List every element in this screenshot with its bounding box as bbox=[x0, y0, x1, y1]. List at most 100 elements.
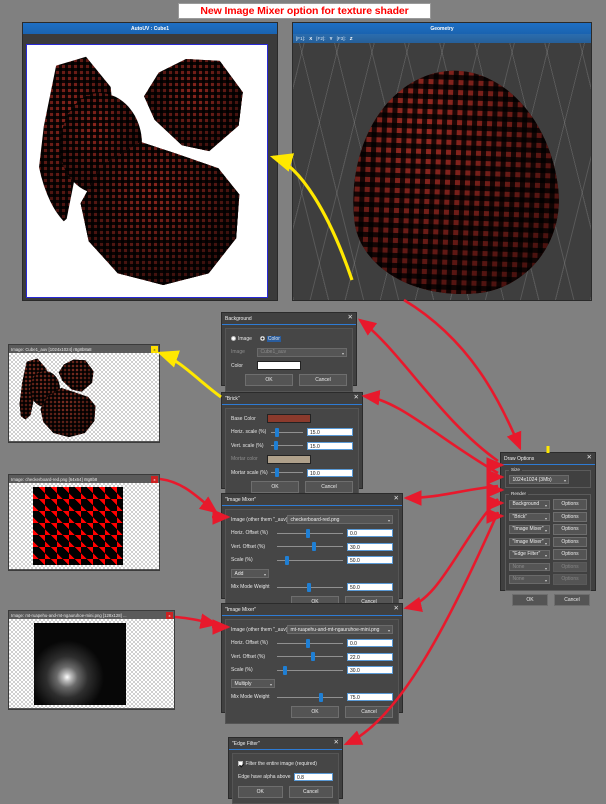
textured-mesh-object[interactable] bbox=[339, 60, 569, 300]
background-image-select[interactable]: Cube1_auv ▾ bbox=[257, 347, 347, 357]
checkbox-filter-entire-image[interactable] bbox=[238, 761, 243, 766]
mixer1-horiz-offset-slider[interactable] bbox=[277, 528, 343, 538]
slider-knob[interactable] bbox=[306, 638, 311, 648]
autouv-uv-canvas[interactable] bbox=[26, 44, 268, 298]
layer-4-options-button[interactable]: Options bbox=[553, 549, 587, 560]
background-color-swatch[interactable] bbox=[257, 361, 301, 370]
slider-knob[interactable] bbox=[318, 692, 323, 702]
layer-3-select[interactable]: "Image Mixer" ▾ bbox=[509, 537, 550, 546]
mixer1-weight-slider[interactable] bbox=[277, 582, 343, 592]
vert-scale-value[interactable]: 15.0 bbox=[307, 441, 353, 450]
mixer1-image-select[interactable]: checkerboard-red.png ▾ bbox=[287, 515, 393, 524]
size-caption: Size bbox=[509, 467, 522, 472]
close-icon[interactable]: ✕ bbox=[394, 496, 399, 503]
dialog-title: "Image Mixer" bbox=[225, 496, 257, 503]
mixer1-weight-value[interactable]: 50.0 bbox=[347, 583, 393, 591]
geometry-viewport[interactable] bbox=[293, 43, 591, 300]
slider-knob[interactable] bbox=[310, 652, 315, 661]
cancel-button[interactable]: Cancel bbox=[554, 593, 590, 606]
image-preview-area[interactable] bbox=[9, 619, 174, 708]
cancel-button[interactable]: Cancel bbox=[345, 705, 393, 718]
mixer2-scale-value[interactable]: 30.0 bbox=[347, 666, 393, 674]
slider-knob[interactable] bbox=[311, 542, 316, 551]
geometry-title-text: Geometry bbox=[430, 25, 454, 32]
close-icon[interactable]: ✕ bbox=[348, 315, 353, 322]
ok-button[interactable]: OK bbox=[238, 785, 283, 798]
mixer2-weight-value[interactable]: 75.0 bbox=[347, 693, 393, 701]
horiz-scale-slider[interactable] bbox=[271, 427, 303, 437]
slider-knob[interactable] bbox=[274, 468, 279, 477]
mixer2-vert-offset-value[interactable]: 22.0 bbox=[347, 652, 393, 661]
close-icon[interactable]: x bbox=[151, 475, 158, 483]
layer-0-select[interactable]: Background ▾ bbox=[509, 500, 550, 509]
mortar-scale-slider[interactable] bbox=[271, 468, 303, 477]
close-icon[interactable]: x bbox=[151, 345, 158, 353]
layer-0-options-button[interactable]: Options bbox=[553, 499, 587, 510]
slider-knob[interactable] bbox=[306, 528, 311, 538]
cancel-button[interactable]: Cancel bbox=[288, 785, 333, 798]
cancel-button[interactable]: Cancel bbox=[299, 374, 347, 386]
mixer2-scale-slider[interactable] bbox=[277, 665, 343, 675]
mixer2-weight-row: Mix Mode Weight 75.0 bbox=[231, 692, 393, 703]
layer-4-select[interactable]: "Edge Filter" ▾ bbox=[509, 550, 550, 559]
mixer1-vert-offset-row: Vert. Offset (%) 30.0 bbox=[231, 541, 393, 552]
close-icon[interactable]: ✕ bbox=[394, 606, 399, 613]
mixer2-horiz-offset-slider[interactable] bbox=[277, 638, 343, 648]
mixer2-horiz-offset-value[interactable]: 0.0 bbox=[347, 639, 393, 647]
mixer2-vert-offset-slider[interactable] bbox=[277, 652, 343, 661]
layer-1-options-button[interactable]: Options bbox=[553, 511, 587, 522]
radio-color[interactable]: Color bbox=[259, 335, 281, 342]
autouv-viewport[interactable] bbox=[23, 34, 277, 300]
layer-1-value: "Brick" bbox=[512, 513, 528, 520]
mixer1-scale-value[interactable]: 50.0 bbox=[347, 556, 393, 564]
geometry-axis-bar: [F1]: X [F2]: Y [F3]: Z bbox=[293, 34, 591, 43]
size-select[interactable]: 1024x1024 (3Mb) ▾ bbox=[509, 475, 569, 484]
mortar-scale-value[interactable]: 10.0 bbox=[307, 468, 353, 477]
vert-scale-slider[interactable] bbox=[271, 441, 303, 450]
horiz-scale-value[interactable]: 15.0 bbox=[307, 428, 353, 436]
slider-knob[interactable] bbox=[306, 582, 311, 592]
slider-knob[interactable] bbox=[273, 441, 278, 450]
edge-filter-checkbox-row[interactable]: Filter the entire image (required) bbox=[238, 758, 333, 769]
layer-2-options-button[interactable]: Options bbox=[553, 524, 587, 535]
mixer2-weight-slider[interactable] bbox=[277, 692, 343, 702]
image-preview-area[interactable] bbox=[9, 353, 159, 441]
close-icon[interactable]: ✕ bbox=[334, 740, 339, 747]
layer-6-select[interactable]: None ▾ bbox=[509, 575, 550, 584]
mortar-color-swatch[interactable] bbox=[267, 454, 311, 464]
render-layer-row-5: None ▾ Options bbox=[509, 561, 587, 572]
mixer1-vert-offset-value[interactable]: 30.0 bbox=[347, 542, 393, 551]
ok-button[interactable]: OK bbox=[251, 481, 299, 493]
dialog-title: Draw Options bbox=[504, 455, 535, 462]
layer-3-options-button[interactable]: Options bbox=[553, 536, 587, 547]
layer-1-select[interactable]: "Brick" ▾ bbox=[509, 512, 550, 521]
image-preview-area[interactable] bbox=[9, 483, 159, 569]
mixer1-scale-slider[interactable] bbox=[277, 555, 343, 565]
mixer1-mode-select[interactable]: Add ▾ bbox=[231, 569, 269, 578]
mixer2-scale-label: Scale (%) bbox=[231, 667, 253, 673]
mixer1-vert-offset-slider[interactable] bbox=[277, 542, 343, 551]
base-color-swatch[interactable] bbox=[267, 414, 311, 423]
cancel-button[interactable]: Cancel bbox=[305, 481, 353, 493]
page-title-banner: New Image Mixer option for texture shade… bbox=[178, 3, 431, 19]
close-icon[interactable]: ✕ bbox=[354, 395, 359, 402]
layer-6-value: None bbox=[512, 576, 525, 583]
ok-button[interactable]: OK bbox=[291, 705, 339, 718]
ok-button[interactable]: OK bbox=[512, 593, 548, 606]
dialog-title: "Image Mixer" bbox=[225, 606, 257, 613]
layer-5-select[interactable]: None ▾ bbox=[509, 562, 550, 571]
edge-alpha-value[interactable]: 0.8 bbox=[294, 773, 333, 781]
edge-filter-checkbox-label: Filter the entire image (required) bbox=[245, 760, 317, 767]
layer-2-select[interactable]: "Image Mixer" ▾ bbox=[509, 525, 550, 534]
slider-knob[interactable] bbox=[282, 665, 287, 675]
mixer2-mode-select[interactable]: Multiply ▾ bbox=[231, 679, 275, 688]
close-icon[interactable]: x bbox=[166, 611, 173, 619]
ok-button[interactable]: OK bbox=[245, 374, 293, 386]
dialog-brick-title-bar: "Brick" ✕ bbox=[222, 393, 362, 405]
mixer1-horiz-offset-value[interactable]: 0.0 bbox=[347, 529, 393, 537]
close-icon[interactable]: ✕ bbox=[587, 455, 592, 462]
mixer2-image-select[interactable]: mt-ruapehu-and-mt-ngauruhoe-mini.png ▾ bbox=[287, 625, 393, 634]
slider-knob[interactable] bbox=[284, 555, 289, 565]
radio-image[interactable]: Image bbox=[231, 336, 252, 342]
slider-knob[interactable] bbox=[274, 427, 279, 437]
